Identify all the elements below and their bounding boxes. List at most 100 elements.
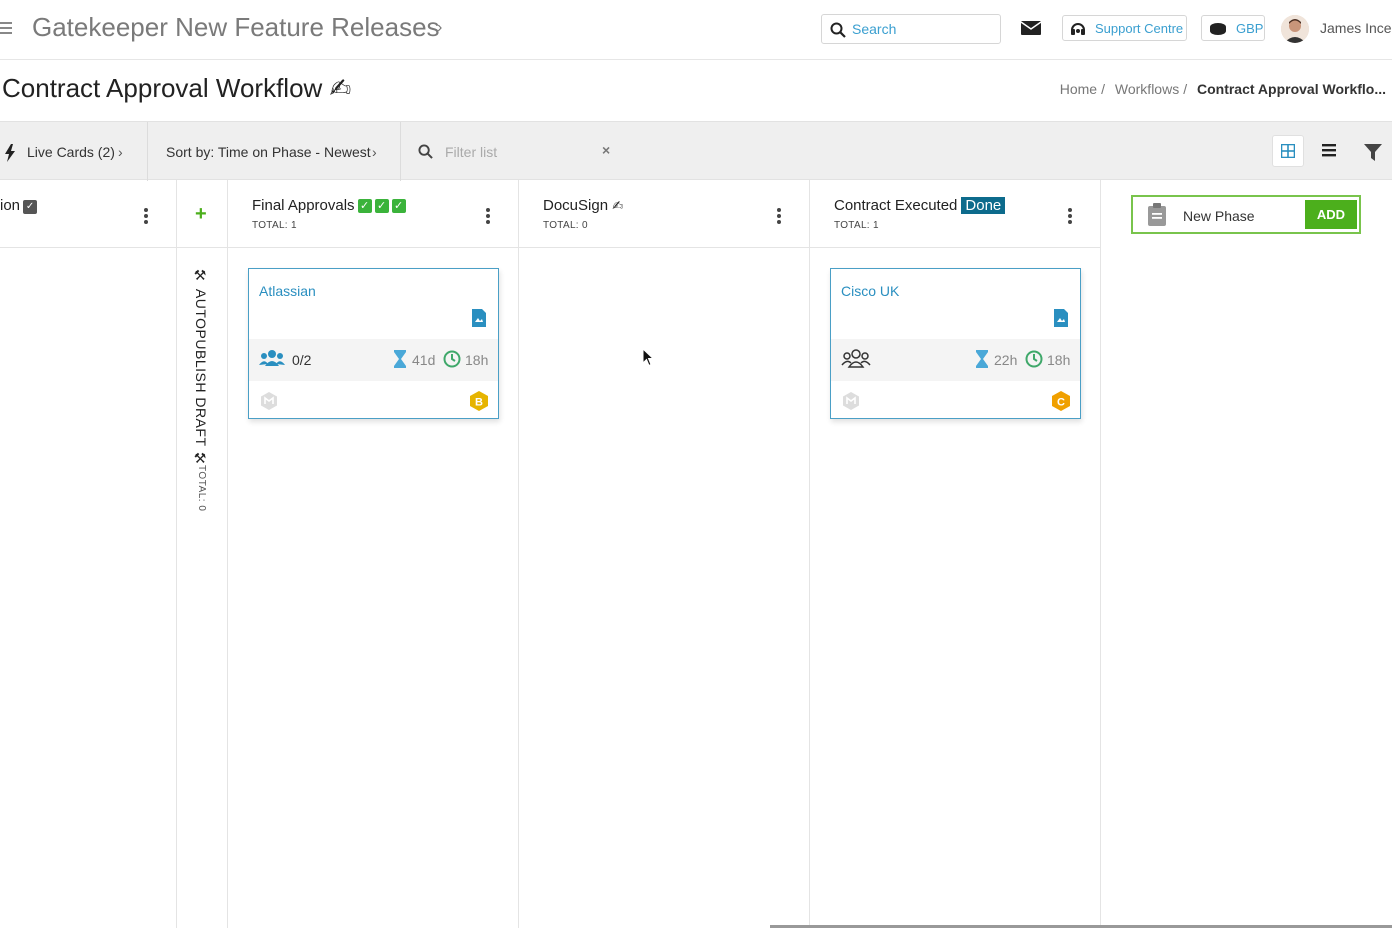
breadcrumb-current: Contract Approval Workflo... (1196, 81, 1386, 97)
hourglass-icon (394, 350, 406, 368)
support-centre-label: Support Centre (1095, 21, 1184, 36)
phase-total: TOTAL: 1 (252, 220, 297, 231)
lightning-icon (5, 144, 15, 162)
writing-hand-icon: ✍ (612, 198, 624, 213)
filter-button[interactable] (1358, 135, 1390, 167)
search-input[interactable] (852, 19, 992, 39)
chevron-right-icon: › (372, 144, 377, 160)
svg-text:C: C (1057, 397, 1065, 409)
document-icon[interactable] (472, 309, 486, 327)
new-phase-input[interactable] (1183, 206, 1298, 226)
card[interactable]: Atlassian 0/2 41d 18h B (248, 268, 499, 419)
phase-total: TOTAL: 0 (543, 220, 588, 231)
phase-menu-icon[interactable] (486, 208, 490, 224)
card-stats: 22h 18h (831, 339, 1080, 381)
chevron-right-icon[interactable]: › (437, 19, 442, 37)
grade-c-icon: C (1052, 391, 1070, 411)
grid-icon (1281, 144, 1295, 158)
add-phase-button[interactable]: ADD (1305, 200, 1357, 229)
page-title: Contract Approval Workflow ✍ (2, 73, 352, 103)
svg-text:B: B (475, 397, 483, 409)
phase-header: DocuSign ✍ TOTAL: 0 (519, 180, 809, 248)
breadcrumb-home[interactable]: Home (1060, 81, 1097, 97)
phase-header: Final Approvals ✓ ✓ ✓ TOTAL: 1 (228, 180, 518, 248)
phase-name: Contract Executed Done (834, 197, 1006, 214)
live-cards-label: Live Cards (2) (27, 144, 115, 160)
users-icon (259, 350, 285, 366)
search-icon (418, 144, 433, 159)
time-on-phase: 22h (994, 352, 1018, 368)
filter-box[interactable] (401, 122, 621, 181)
checkbox-icon: ✓ (23, 200, 38, 214)
grid-view-button[interactable] (1272, 135, 1304, 167)
tools-icon: ⚒ (193, 268, 209, 285)
card-stats: 0/2 41d 18h (249, 339, 498, 381)
phase-column-autopublish[interactable]: + ⚒ AUTOPUBLISH DRAFT ⚒ TOTAL: 0 (177, 180, 228, 928)
phase-name: Final Approvals ✓ ✓ ✓ (252, 197, 406, 214)
phase-column-docusign: DocuSign ✍ TOTAL: 0 (519, 180, 810, 928)
phase-column-final-approvals: Final Approvals ✓ ✓ ✓ TOTAL: 1 Atlassian 0/… (228, 180, 519, 928)
avatar[interactable] (1281, 15, 1309, 43)
clipboard-icon (1148, 203, 1166, 226)
m-logo-icon (843, 392, 859, 410)
time-remaining: 18h (465, 352, 489, 368)
breadcrumb: Home / Workflows / Contract Approval Workf… (1059, 81, 1386, 97)
currency-label: GBP (1236, 21, 1264, 36)
document-icon[interactable] (1054, 309, 1068, 327)
users-outline-icon (841, 349, 871, 368)
hourglass-icon (976, 350, 988, 368)
app-title[interactable]: Gatekeeper New Feature Releases (32, 12, 440, 43)
done-badge: Done (961, 197, 1006, 214)
kanban-board: ion ✓ + ⚒ AUTOPUBLISH DRAFT ⚒ TOTAL: 0 Fi… (0, 180, 1392, 928)
clock-icon (443, 350, 461, 368)
phase-header: Contract Executed Done TOTAL: 1 (810, 180, 1100, 248)
phase-name: ⚒ AUTOPUBLISH DRAFT ⚒ (193, 268, 209, 468)
phase-total: TOTAL: 1 (834, 220, 879, 231)
search-box[interactable] (821, 14, 1001, 44)
clear-filter-icon[interactable]: × (602, 142, 610, 158)
top-bar: Gatekeeper New Feature Releases › Suppor… (0, 0, 1392, 60)
coins-icon (1208, 20, 1228, 41)
time-on-phase: 41d (412, 352, 436, 368)
check-icon: ✓ (357, 199, 372, 213)
clock-icon (1025, 350, 1043, 368)
sort-button[interactable]: Sort by: Time on Phase - Newest › (148, 122, 401, 181)
phase-header: + (177, 180, 227, 248)
list-view-button[interactable] (1314, 135, 1346, 167)
menu-icon[interactable] (0, 22, 12, 36)
phase-column-contract-executed: Contract Executed Done TOTAL: 1 Cisco UK … (810, 180, 1101, 928)
headset-icon (1069, 20, 1087, 41)
sort-label: Sort by: Time on Phase - Newest (166, 144, 371, 160)
approver-count: 0/2 (292, 352, 312, 368)
phase-menu-icon[interactable] (777, 208, 781, 224)
phase-header: ion ✓ (0, 180, 176, 248)
phase-name: DocuSign ✍ (543, 197, 624, 214)
phase-name: ion ✓ (0, 197, 38, 214)
filter-icon (1364, 144, 1382, 161)
new-phase-form: ADD (1131, 195, 1361, 234)
live-cards-button[interactable]: Live Cards (2) › (0, 122, 148, 181)
search-icon (830, 22, 846, 38)
mail-icon[interactable] (1020, 18, 1042, 38)
card[interactable]: Cisco UK 22h 18h C (830, 268, 1081, 419)
list-icon (1322, 144, 1336, 157)
phase-menu-icon[interactable] (144, 208, 148, 224)
add-card-icon[interactable]: + (195, 203, 207, 226)
time-remaining: 18h (1047, 352, 1071, 368)
card-title[interactable]: Cisco UK (841, 283, 899, 299)
check-icon: ✓ (374, 199, 389, 213)
support-centre-button[interactable]: Support Centre (1062, 15, 1187, 41)
m-logo-icon (261, 392, 277, 410)
check-icon: ✓ (391, 199, 406, 213)
phase-total: TOTAL: 0 (196, 465, 207, 512)
currency-button[interactable]: GBP (1201, 15, 1265, 41)
phase-menu-icon[interactable] (1068, 208, 1072, 224)
card-title[interactable]: Atlassian (259, 283, 316, 299)
chevron-right-icon: › (118, 144, 123, 160)
user-name[interactable]: James Ince (1320, 20, 1392, 36)
phase-column-partial: ion ✓ (0, 180, 177, 928)
breadcrumb-workflows[interactable]: Workflows (1115, 81, 1179, 97)
grade-b-icon: B (470, 391, 488, 411)
toolbar: Live Cards (2) › Sort by: Time on Phase … (0, 121, 1392, 181)
filter-input[interactable] (445, 142, 595, 162)
